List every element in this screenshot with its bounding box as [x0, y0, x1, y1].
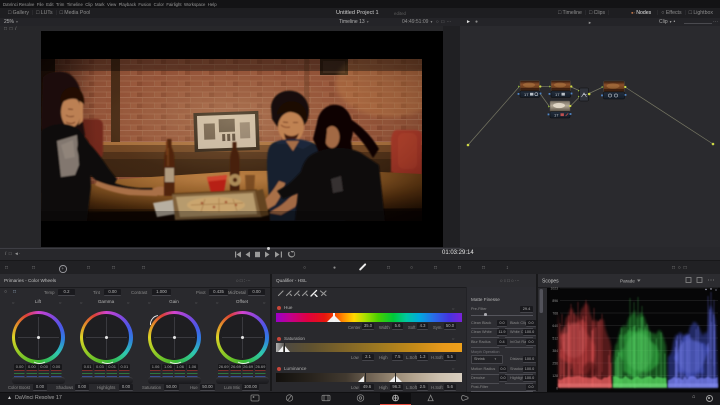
svg-text:256: 256 [552, 362, 558, 366]
svg-text:Scopes: Scopes [542, 279, 559, 285]
svg-text:384: 384 [552, 349, 558, 353]
svg-text:1023: 1023 [550, 287, 558, 291]
svg-text:17: 17 [524, 92, 529, 97]
svg-text:768: 768 [552, 312, 558, 316]
svg-text:17: 17 [555, 92, 560, 97]
svg-text:128: 128 [552, 374, 558, 378]
svg-text:0: 0 [556, 387, 558, 391]
svg-text:640: 640 [552, 324, 558, 328]
svg-text:17: 17 [554, 113, 559, 118]
svg-text:512: 512 [552, 337, 558, 341]
svg-text:Parade: Parade [620, 279, 635, 284]
svg-text:896: 896 [552, 299, 558, 303]
